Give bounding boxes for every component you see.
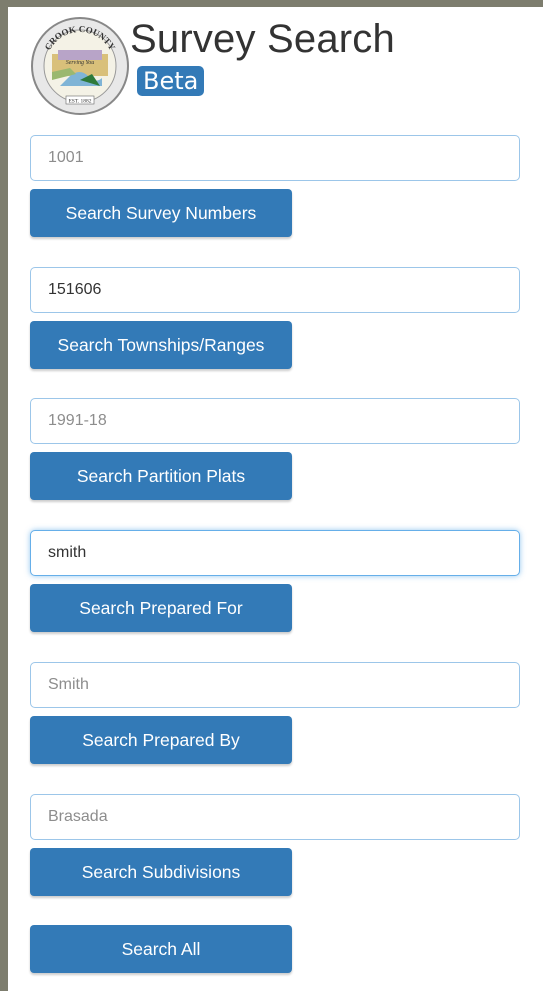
township-range-input[interactable] <box>30 267 520 313</box>
subdivision-input[interactable] <box>30 794 520 840</box>
search-survey-numbers-button[interactable]: Search Survey Numbers <box>30 189 292 237</box>
svg-text:Serving You: Serving You <box>66 60 95 66</box>
search-subdivisions-button[interactable]: Search Subdivisions <box>30 848 292 896</box>
crook-county-seal-logo: CROOK COUNTY Serving You EST. 1882 <box>31 17 129 115</box>
page-header: CROOK COUNTY Serving You EST. 1882 Surve… <box>30 16 510 120</box>
search-all-button[interactable]: Search All <box>30 925 292 973</box>
search-townships-ranges-button[interactable]: Search Townships/Ranges <box>30 321 292 369</box>
partition-plat-input[interactable] <box>30 398 520 444</box>
svg-text:EST. 1882: EST. 1882 <box>68 99 91 105</box>
prepared-for-input[interactable] <box>30 530 520 576</box>
prepared-by-input[interactable] <box>30 662 520 708</box>
search-prepared-for-button[interactable]: Search Prepared For <box>30 584 292 632</box>
search-prepared-by-button[interactable]: Search Prepared By <box>30 716 292 764</box>
beta-badge: Beta <box>137 66 205 96</box>
page-title: Survey Search <box>130 17 395 61</box>
survey-number-input[interactable] <box>30 135 520 181</box>
search-partition-plats-button[interactable]: Search Partition Plats <box>30 452 292 500</box>
